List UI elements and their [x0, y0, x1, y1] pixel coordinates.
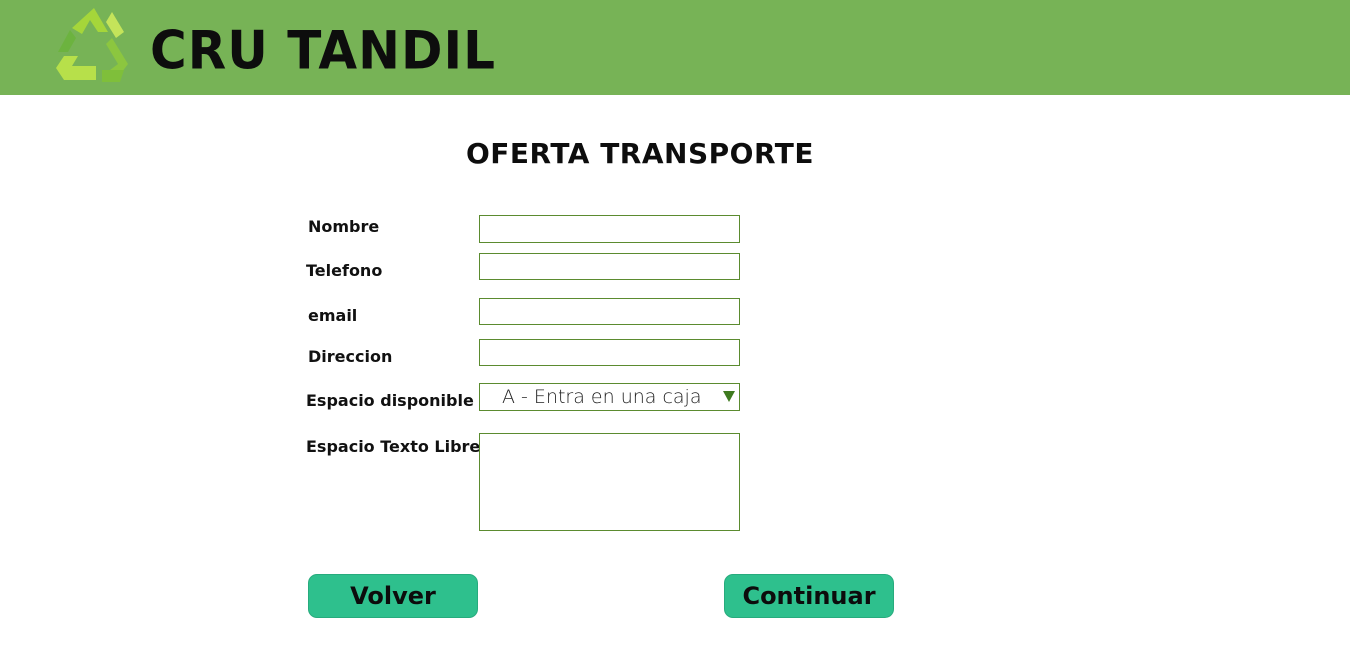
telefono-input[interactable]: [479, 253, 740, 280]
volver-button[interactable]: Volver: [308, 574, 478, 618]
brand-title: CRU TANDIL: [150, 20, 496, 82]
continuar-button[interactable]: Continuar: [724, 574, 894, 618]
espacio-texto-libre-label: Espacio Texto Libre: [306, 437, 481, 456]
espacio-disponible-label: Espacio disponible: [306, 391, 474, 410]
telefono-label: Telefono: [306, 261, 383, 280]
email-input[interactable]: [479, 298, 740, 325]
chevron-down-icon[interactable]: [723, 391, 735, 402]
header-bar: CRU TANDIL: [0, 0, 1350, 95]
nombre-label: Nombre: [308, 217, 380, 236]
direccion-input[interactable]: [479, 339, 740, 366]
recycle-icon: [56, 8, 128, 82]
page-title: OFERTA TRANSPORTE: [466, 137, 814, 170]
espacio-disponible-select[interactable]: A - Entra en una caja: [479, 383, 740, 411]
texto-libre-textarea[interactable]: [479, 433, 740, 531]
email-label: email: [308, 306, 358, 325]
direccion-label: Direccion: [308, 347, 393, 366]
select-value: A - Entra en una caja: [502, 386, 702, 408]
nombre-input[interactable]: [479, 215, 740, 243]
